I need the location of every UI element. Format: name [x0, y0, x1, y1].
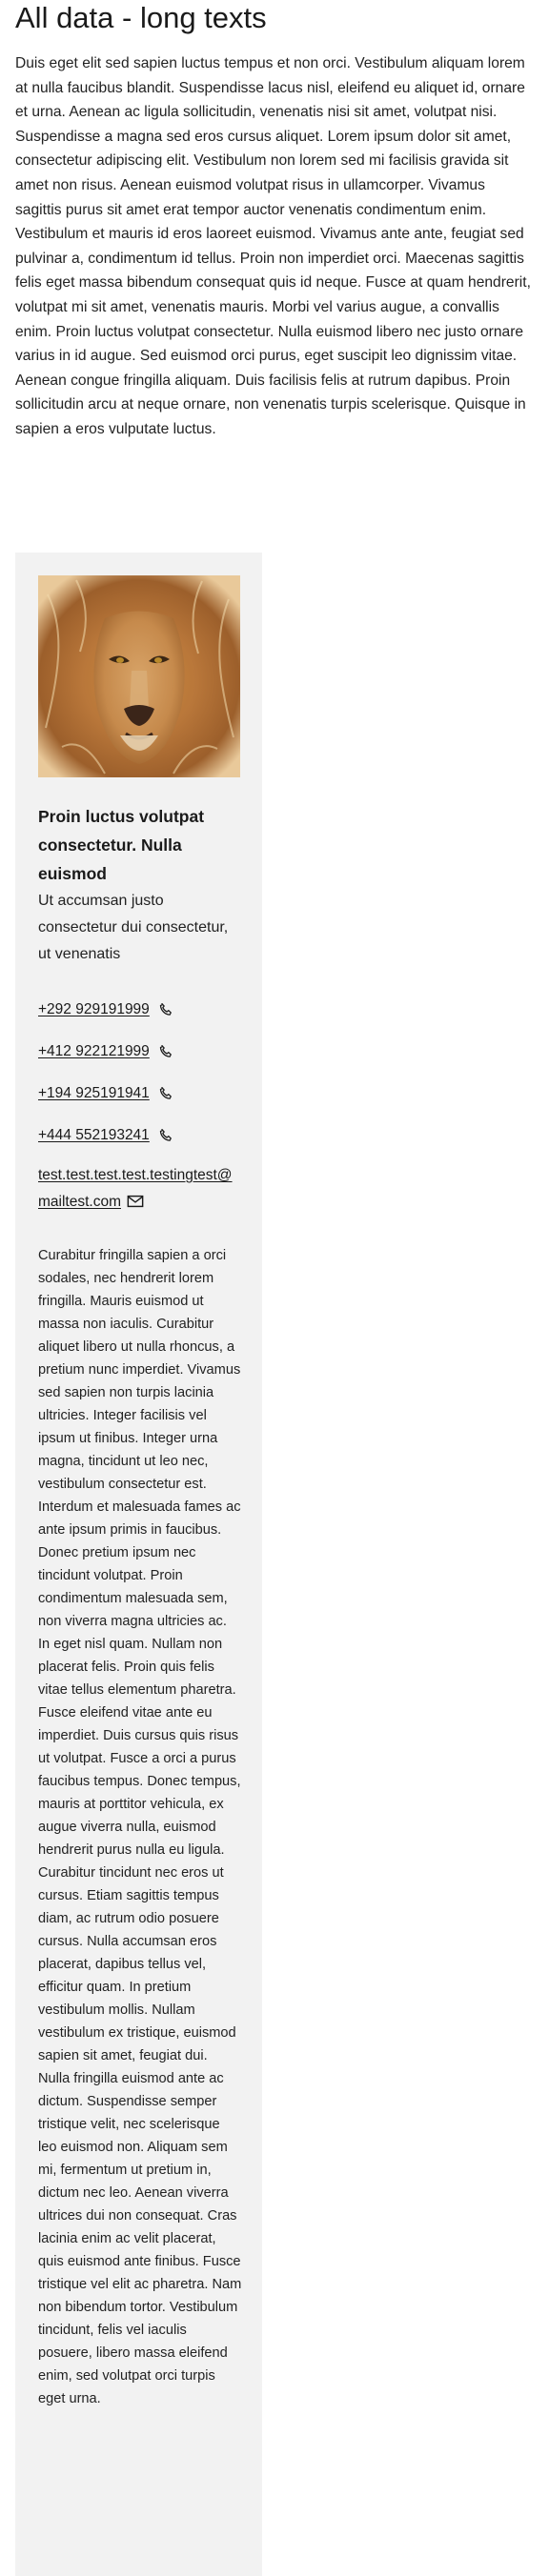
- page-title: All data - long texts: [15, 1, 267, 34]
- phone-number[interactable]: +194 925191941: [38, 1085, 150, 1102]
- phone-number[interactable]: +444 552193241: [38, 1127, 150, 1144]
- phone-link[interactable]: +412 922121999: [38, 1031, 242, 1073]
- phone-list: +292 929191999 +412 922121999 +194 92519…: [38, 989, 242, 1157]
- envelope-icon: [127, 1192, 144, 1208]
- phone-number[interactable]: +412 922121999: [38, 1043, 150, 1060]
- phone-link[interactable]: +444 552193241: [38, 1115, 242, 1157]
- email-link[interactable]: test.test.test.test.testingtest@mailtest…: [38, 1162, 242, 1216]
- phone-icon: [157, 1085, 174, 1102]
- phone-icon: [157, 1127, 174, 1144]
- phone-number[interactable]: +292 929191999: [38, 1001, 150, 1018]
- phone-icon: [157, 1001, 174, 1018]
- phone-icon: [157, 1043, 174, 1060]
- profile-card-content: Proin luctus volutpat consectetur. Nulla…: [38, 575, 242, 2410]
- phone-link[interactable]: +194 925191941: [38, 1073, 242, 1115]
- profile-bio: Curabitur fringilla sapien a orci sodale…: [38, 1248, 242, 2406]
- profile-subtitle: Ut accumsan justo consectetur dui consec…: [38, 893, 229, 962]
- phone-link[interactable]: +292 929191999: [38, 989, 242, 1031]
- profile-name: Proin luctus volutpat consectetur. Nulla…: [38, 807, 205, 883]
- lion-portrait-image: [38, 575, 240, 777]
- intro-paragraph: Duis eget elit sed sapien luctus tempus …: [15, 55, 531, 437]
- profile-card: Proin luctus volutpat consectetur. Nulla…: [15, 553, 262, 2576]
- page: All data - long texts Duis eget elit sed…: [0, 0, 549, 2576]
